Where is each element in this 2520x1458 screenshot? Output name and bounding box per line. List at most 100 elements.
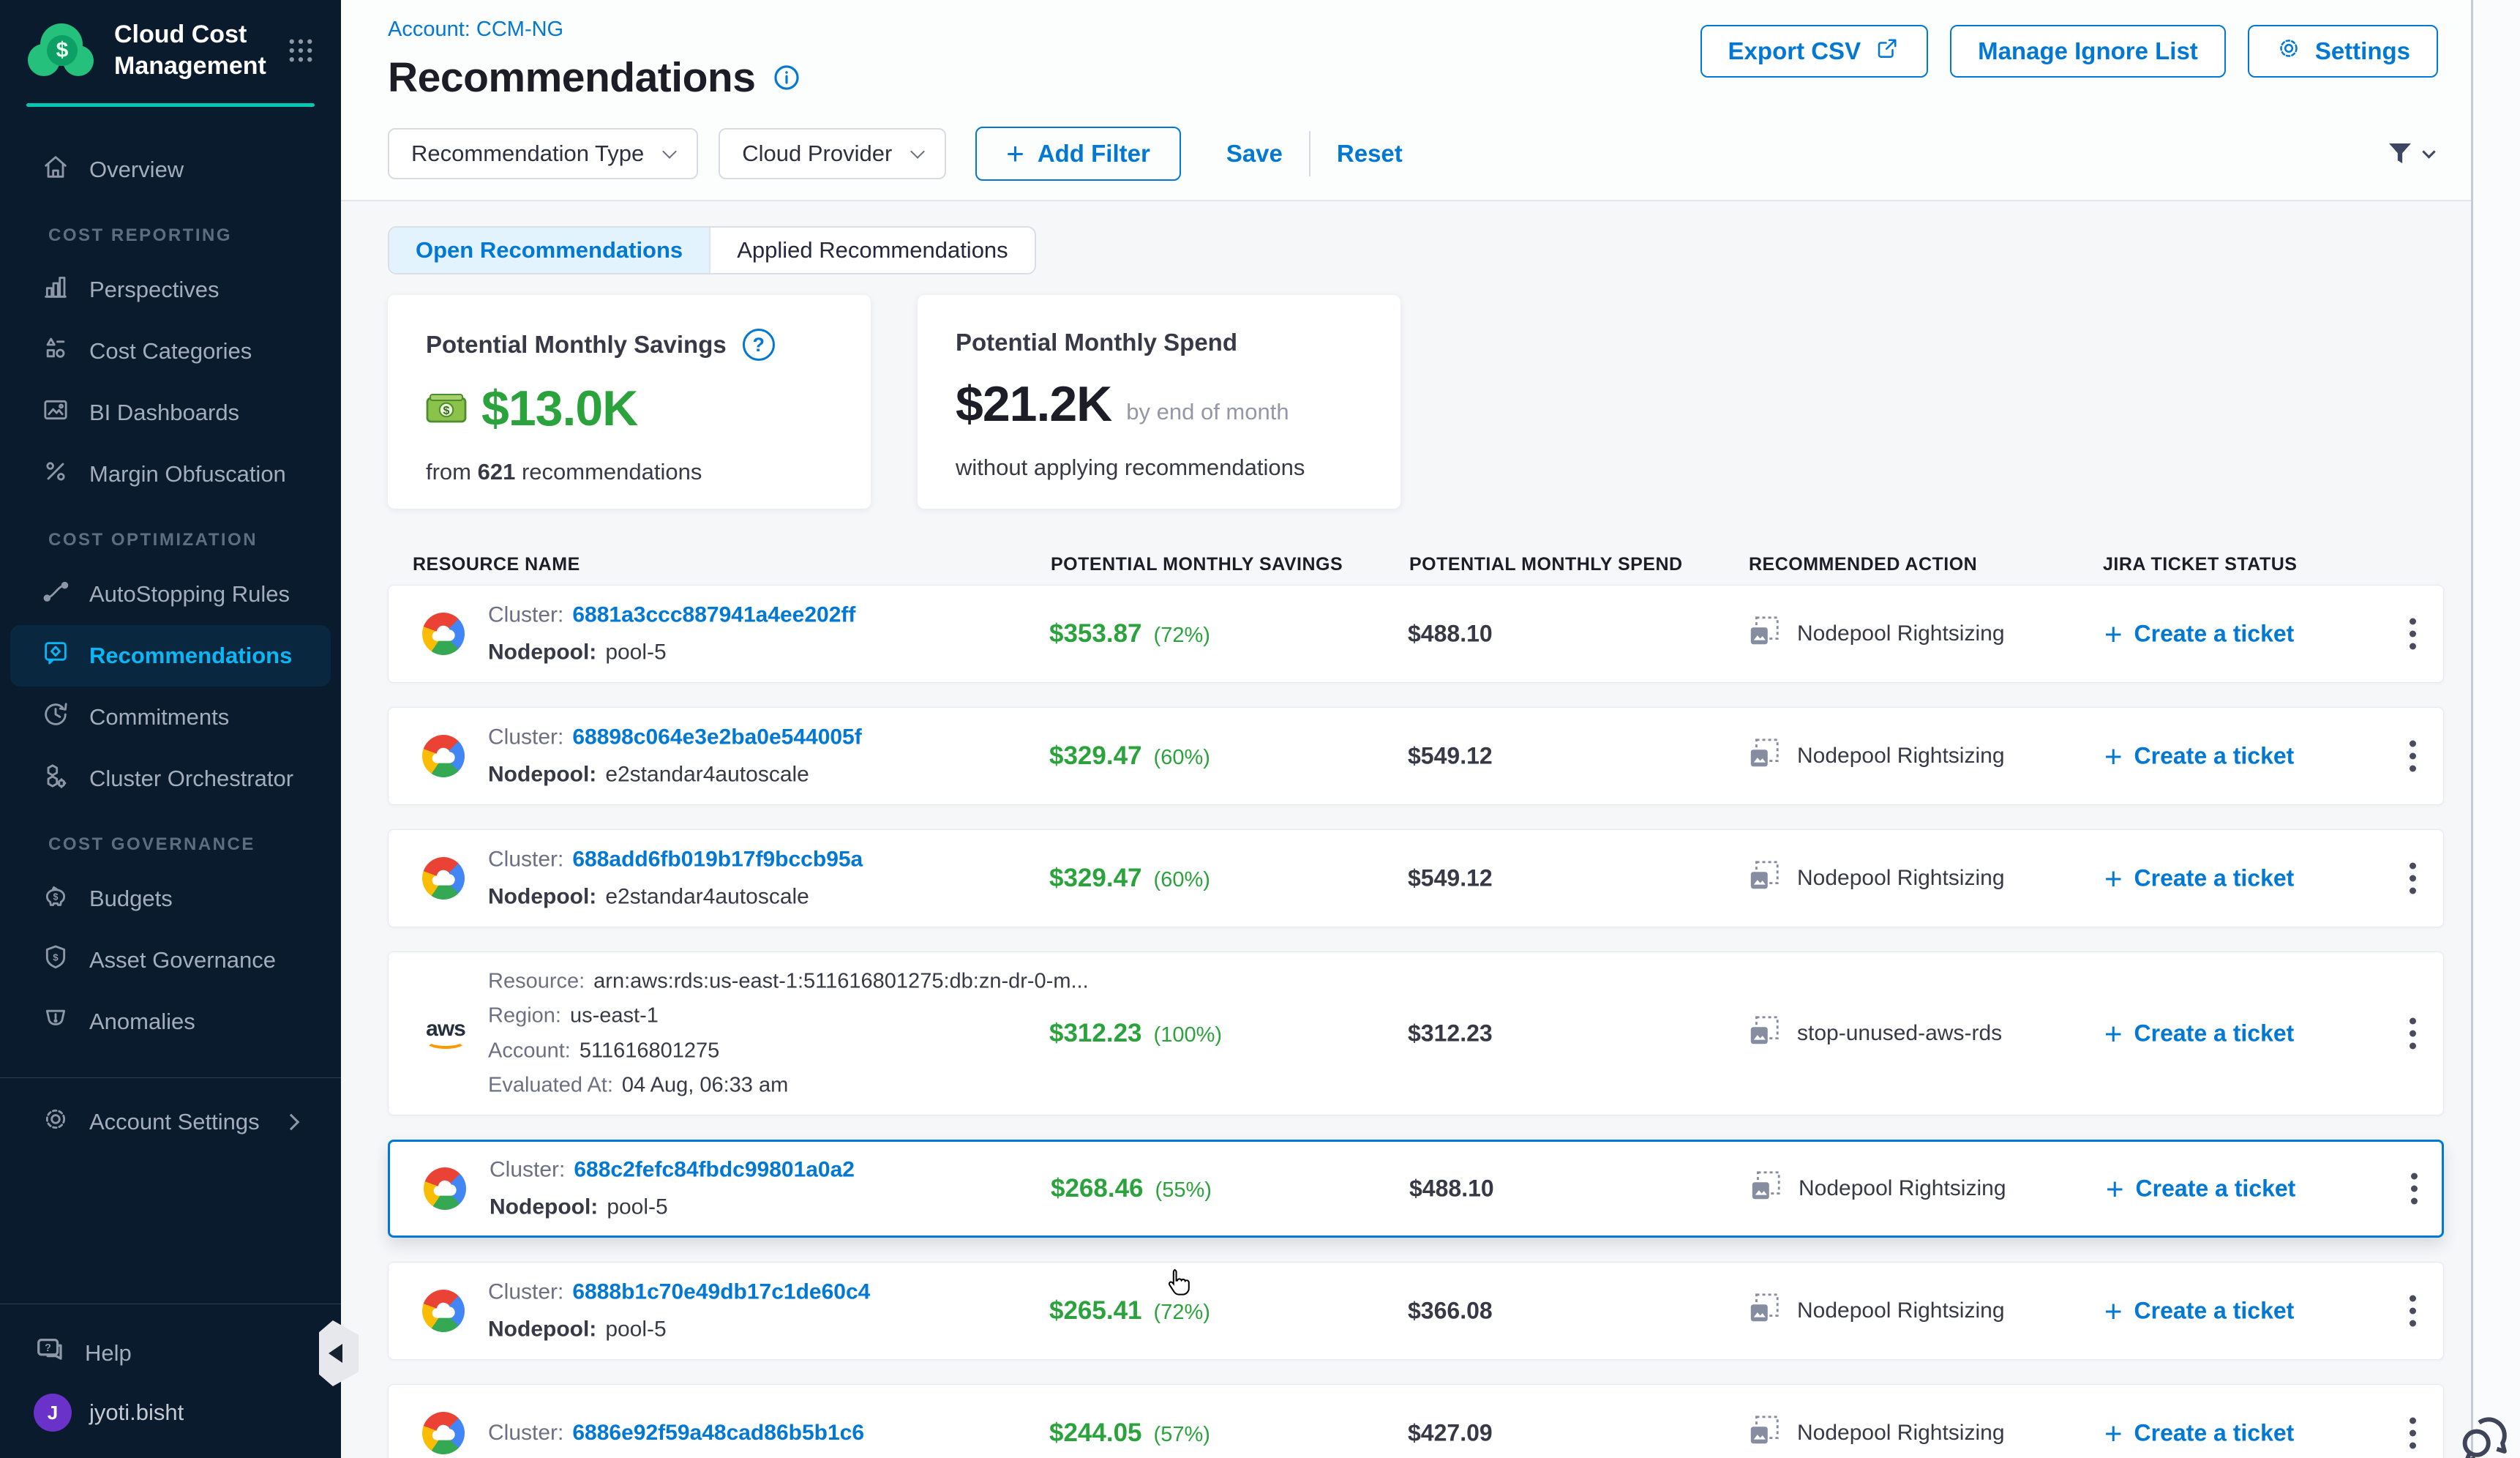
savings-cell: $244.05(57%) (1049, 1418, 1210, 1448)
spend-value-suffix: by end of month (1126, 399, 1289, 433)
recommendation-row[interactable]: Cluster: 6888b1c70e49db17c1de60c4 Nodepool… (388, 1262, 2444, 1360)
sidebar-item-perspectives[interactable]: Perspectives (0, 259, 341, 321)
create-ticket-button[interactable]: +Create a ticket (2104, 1420, 2294, 1447)
chevron-down-icon (662, 144, 677, 159)
sidebar-item-account-settings[interactable]: Account Settings (0, 1088, 341, 1156)
sidebar-item-cost-categories[interactable]: Cost Categories (0, 321, 341, 382)
chat-support-icon[interactable] (2456, 1407, 2517, 1458)
sidebar-item-bi-dashboards[interactable]: BI Dashboards (0, 382, 341, 444)
sidebar-bottom: ? Help J jyoti.bisht (0, 1304, 341, 1458)
detail-label: Nodepool: (488, 640, 596, 665)
user-menu[interactable]: J jyoti.bisht (0, 1380, 341, 1458)
create-ticket-button[interactable]: +Create a ticket (2106, 1175, 2295, 1203)
info-icon[interactable] (771, 62, 802, 93)
create-ticket-button[interactable]: +Create a ticket (2104, 743, 2294, 770)
cluster-link[interactable]: 688c2fefc84fbdc99801a0a2 (574, 1158, 855, 1184)
sidebar-item-anomalies[interactable]: Anomalies (0, 991, 341, 1053)
recommendation-row[interactable]: Cluster: 6881a3ccc887941a4ee202ff Nodepool… (388, 585, 2444, 683)
detail-value: pool-5 (605, 1317, 666, 1342)
settings-button[interactable]: Settings (2248, 25, 2438, 78)
sidebar-item-label: Perspectives (89, 277, 219, 303)
recommendation-row[interactable]: Cluster:688c2fefc84fbdc99801a0a2Nodepool… (388, 1140, 2444, 1238)
create-ticket-button[interactable]: +Create a ticket (2104, 1298, 2294, 1325)
resource-detail-line: Nodepool:pool-5 (490, 1195, 855, 1220)
sidebar-item-label: Budgets (89, 886, 173, 912)
detail-label: Cluster: (488, 1280, 563, 1306)
sidebar-item-label: Overview (89, 157, 184, 183)
manage-ignore-list-button[interactable]: Manage Ignore List (1950, 25, 2226, 78)
funnel-icon (2385, 138, 2415, 169)
row-options-kebab-icon[interactable] (2402, 611, 2423, 657)
recommendation-row[interactable]: awsResource:arn:aws:rds:us-east-1:511616… (388, 952, 2444, 1115)
module-grid-icon[interactable] (285, 35, 316, 66)
savings-value: $353.87 (1049, 619, 1142, 648)
spend-cell: $312.23 (1408, 1020, 1493, 1047)
cluster-link[interactable]: 68898c064e3e2ba0e544005f (572, 725, 861, 751)
row-options-kebab-icon[interactable] (2402, 1011, 2423, 1057)
savings-cell: $353.87(72%) (1049, 619, 1210, 648)
detail-value: 04 Aug, 06:33 am (622, 1073, 788, 1097)
row-options-kebab-icon[interactable] (2402, 1410, 2423, 1457)
column-header: RECOMMENDED ACTION (1749, 554, 1977, 575)
recommendation-row[interactable]: Cluster:68898c064e3e2ba0e544005fNodepool… (388, 707, 2444, 805)
savings-cell: $268.46(55%) (1051, 1174, 1212, 1203)
resource-detail-line: Cluster: 6881a3ccc887941a4ee202ff (488, 603, 855, 629)
sidebar-item-overview[interactable]: Overview (0, 139, 341, 201)
sidebar-item-asset-governance[interactable]: $Asset Governance (0, 930, 341, 991)
money-icon: $ (426, 392, 467, 425)
add-filter-button[interactable]: + Add Filter (975, 127, 1181, 181)
create-ticket-button[interactable]: +Create a ticket (2104, 865, 2294, 892)
row-options-kebab-icon[interactable] (2404, 1166, 2425, 1212)
sidebar-item-cluster-orchestrator[interactable]: Cluster Orchestrator (0, 748, 341, 810)
gcp-icon (422, 1412, 465, 1454)
detail-label: Cluster: (488, 848, 563, 873)
detail-value: e2standar4autoscale (605, 884, 809, 910)
create-ticket-button[interactable]: +Create a ticket (2104, 621, 2294, 648)
row-options-kebab-icon[interactable] (2402, 733, 2423, 780)
recommended-action-cell: Nodepool Rightsizing (1747, 1291, 2005, 1331)
bi-dashboards-icon (41, 395, 70, 430)
detail-label: Cluster: (488, 603, 563, 629)
sidebar-item-budgets[interactable]: $Budgets (0, 868, 341, 930)
account-breadcrumb-link[interactable]: Account: CCM-NG (388, 18, 563, 41)
cloud-provider-dropdown[interactable]: Cloud Provider (719, 128, 946, 179)
sidebar-item-margin-obfuscation[interactable]: Margin Obfuscation (0, 444, 341, 505)
help-button[interactable]: ? Help (0, 1304, 341, 1380)
cluster-link[interactable]: 6888b1c70e49db17c1de60c4 (572, 1280, 870, 1306)
question-help-icon[interactable]: ? (743, 329, 775, 361)
cluster-link[interactable]: 688add6fb019b17f9bccb95a (572, 848, 863, 873)
scrollbar-track[interactable] (2471, 0, 2520, 1458)
column-header: POTENTIAL MONTHLY SPEND (1409, 554, 1683, 575)
sidebar-item-commitments[interactable]: Commitments (0, 687, 341, 748)
sidebar-item-label: Recommendations (89, 643, 292, 669)
cluster-link[interactable]: 6881a3ccc887941a4ee202ff (572, 603, 855, 629)
button-label: Manage Ignore List (1978, 37, 2198, 65)
resource-detail-line: Evaluated At:04 Aug, 06:33 am (488, 1073, 1089, 1097)
tab-open-recommendations[interactable]: Open Recommendations (389, 228, 709, 273)
table-header: RESOURCE NAMEPOTENTIAL MONTHLY SAVINGSPO… (388, 542, 2520, 585)
recommendation-row[interactable]: Cluster:688add6fb019b17f9bccb95aNodepool… (388, 829, 2444, 927)
create-ticket-button[interactable]: +Create a ticket (2104, 1020, 2294, 1047)
sidebar-item-autostopping-rules[interactable]: AutoStopping Rules (0, 564, 341, 625)
savings-cell: $312.23(100%) (1049, 1019, 1222, 1048)
cluster-link[interactable]: 6886e92f59a48cad86b5b1c6 (572, 1421, 864, 1446)
row-options-kebab-icon[interactable] (2402, 1288, 2423, 1334)
detail-label: Region: (488, 1004, 561, 1028)
filter-panel-toggle[interactable] (2385, 138, 2434, 169)
export-csv-button[interactable]: Export CSV (1700, 25, 1929, 78)
reset-filter-button[interactable]: Reset (1337, 140, 1403, 168)
divider (1309, 131, 1310, 176)
sidebar-item-label: Account Settings (89, 1109, 260, 1135)
rightsizing-action-icon (1749, 1169, 1782, 1208)
sidebar-item-recommendations[interactable]: Recommendations (10, 625, 331, 687)
gcp-icon (422, 1290, 465, 1332)
recommendation-row[interactable]: Cluster:6886e92f59a48cad86b5b1c6$244.05(… (388, 1384, 2444, 1458)
row-options-kebab-icon[interactable] (2402, 856, 2423, 902)
gear-icon (2276, 35, 2302, 67)
save-filter-button[interactable]: Save (1226, 140, 1283, 168)
resource-name-cell: Cluster:6888b1c70e49db17c1de60c4Nodepool… (488, 1280, 870, 1342)
recommendation-type-dropdown[interactable]: Recommendation Type (388, 128, 698, 179)
tab-applied-recommendations[interactable]: Applied Recommendations (709, 228, 1035, 273)
help-chat-icon: ? (34, 1334, 67, 1373)
create-ticket-label: Create a ticket (2136, 1175, 2296, 1203)
